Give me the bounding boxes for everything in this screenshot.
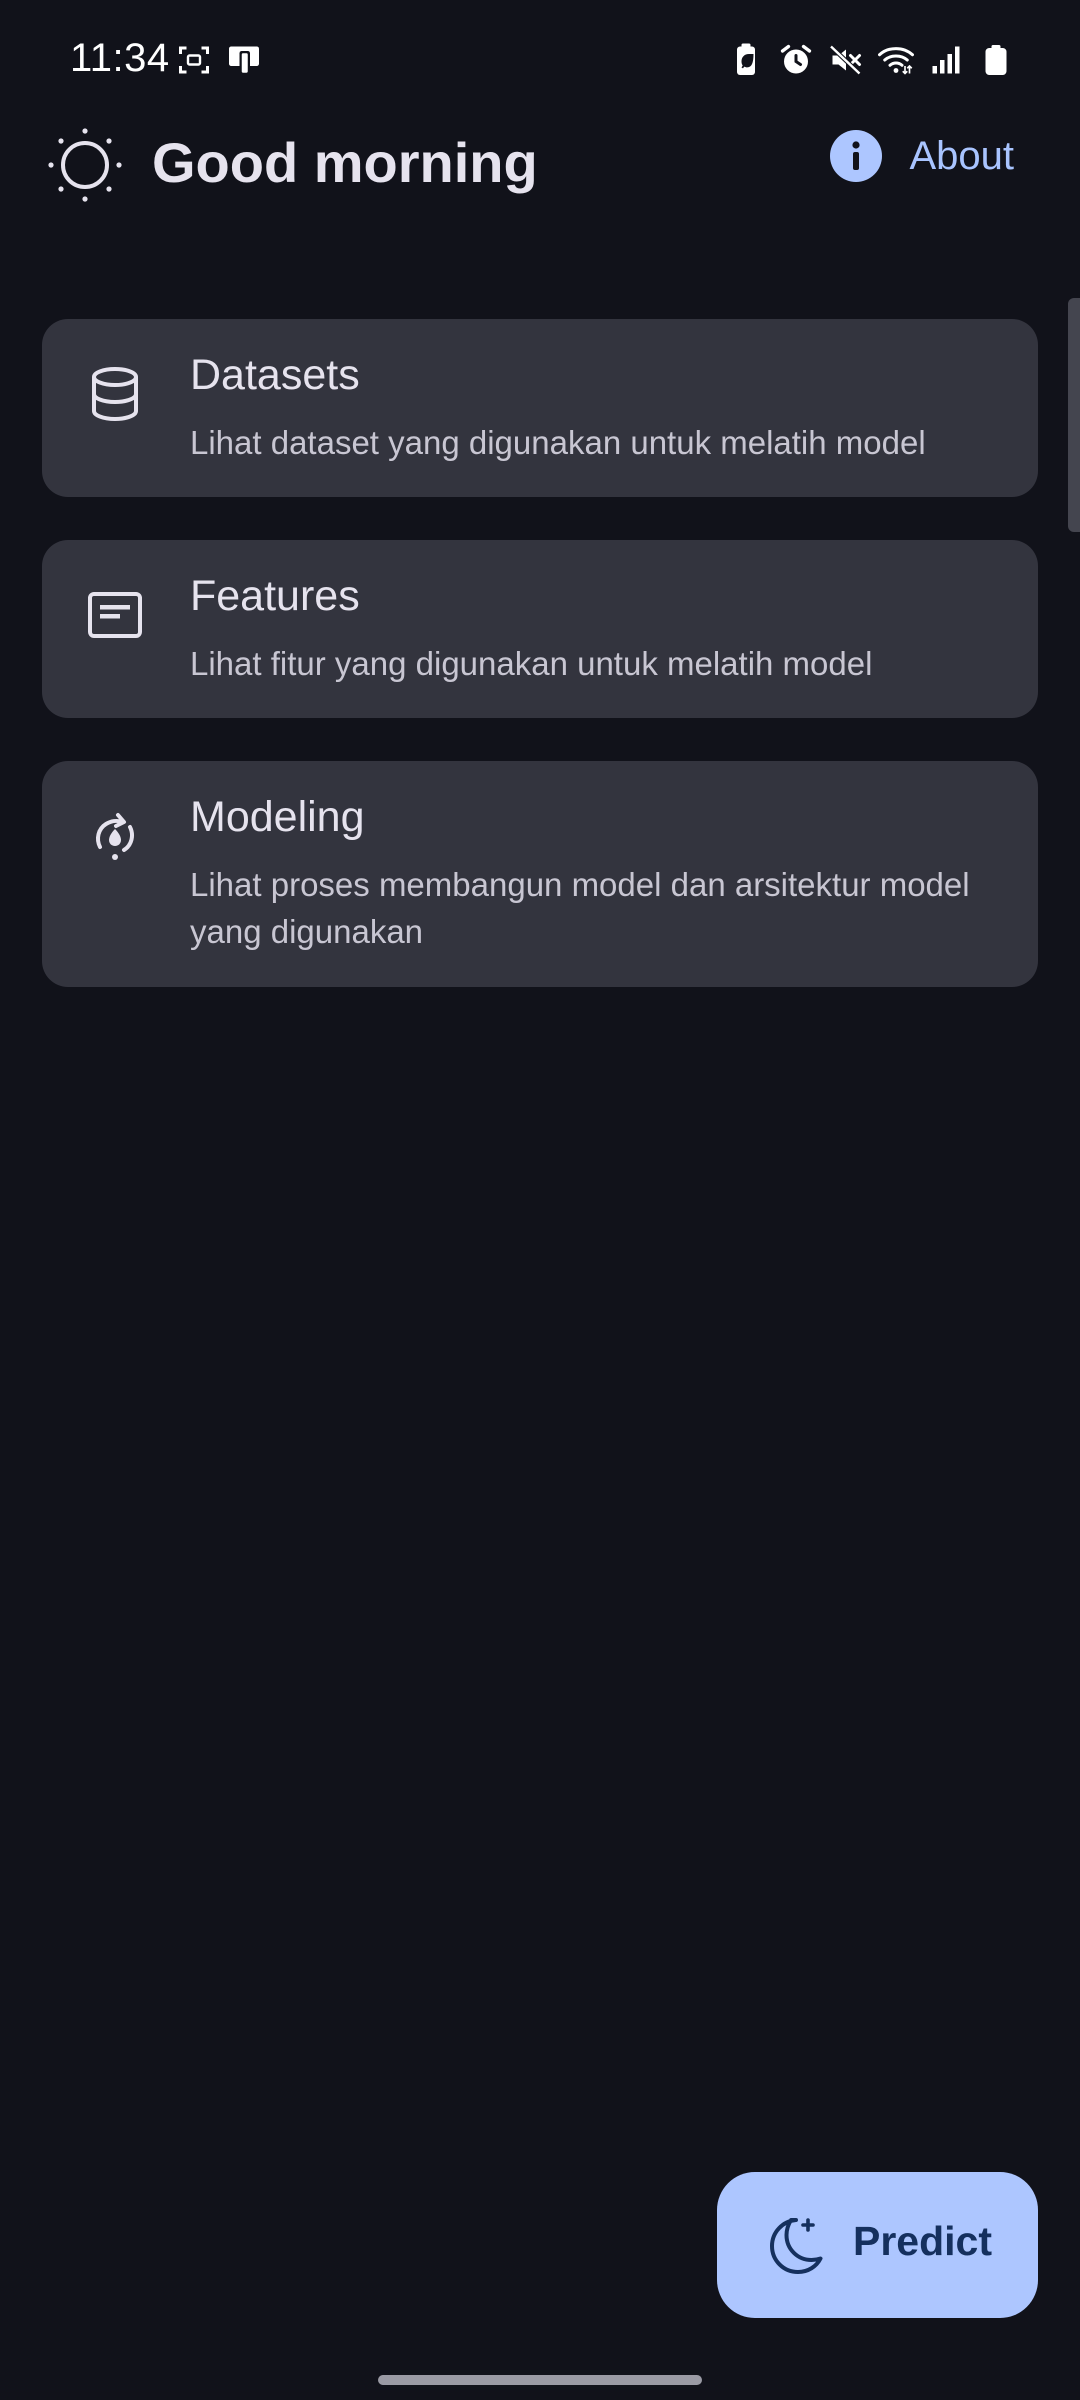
alarm-icon [780, 44, 812, 74]
about-label: About [909, 133, 1014, 178]
database-icon [92, 367, 138, 422]
battery-icon [985, 45, 1007, 75]
feature-card-icon [88, 592, 142, 638]
predict-button[interactable]: Predict [717, 2172, 1038, 2318]
card-description: Lihat fitur yang digunakan untuk melatih… [190, 645, 873, 682]
moon-icon [770, 2218, 823, 2274]
status-right-icons [728, 42, 1014, 78]
greeting-title: Good morning [152, 131, 538, 194]
device-icon [229, 46, 259, 75]
modeling-card[interactable]: Modeling Lihat proses membangun model da… [42, 761, 1038, 987]
battery-saver-icon [737, 43, 755, 75]
card-description: Lihat proses membangun model dan arsitek… [190, 866, 970, 950]
card-title: Features [190, 572, 360, 620]
about-button[interactable]: About [829, 124, 1014, 188]
home-gesture-handle[interactable] [378, 2375, 702, 2385]
signal-icon [932, 46, 960, 74]
mute-icon [829, 44, 862, 76]
sun-icon [48, 128, 122, 202]
wifi-icon [878, 47, 914, 75]
menu-card-list: Datasets Lihat dataset yang digunakan un… [42, 319, 1038, 1030]
scroll-indicator[interactable] [1068, 298, 1080, 532]
status-left-icons [176, 42, 262, 78]
info-icon [830, 130, 883, 182]
app-header: Good morning About [0, 120, 1080, 220]
predict-label: Predict [853, 2218, 992, 2264]
card-description: Lihat dataset yang digunakan untuk melat… [190, 424, 926, 461]
status-bar: 11:34 [0, 0, 1080, 120]
card-title: Modeling [190, 793, 365, 841]
modeling-cycle-icon [96, 813, 134, 860]
features-card[interactable]: Features Lihat fitur yang digunakan untu… [42, 540, 1038, 718]
screenshot-icon [179, 46, 209, 74]
status-time: 11:34 [70, 36, 170, 80]
datasets-card[interactable]: Datasets Lihat dataset yang digunakan un… [42, 319, 1038, 497]
card-title: Datasets [190, 351, 360, 399]
